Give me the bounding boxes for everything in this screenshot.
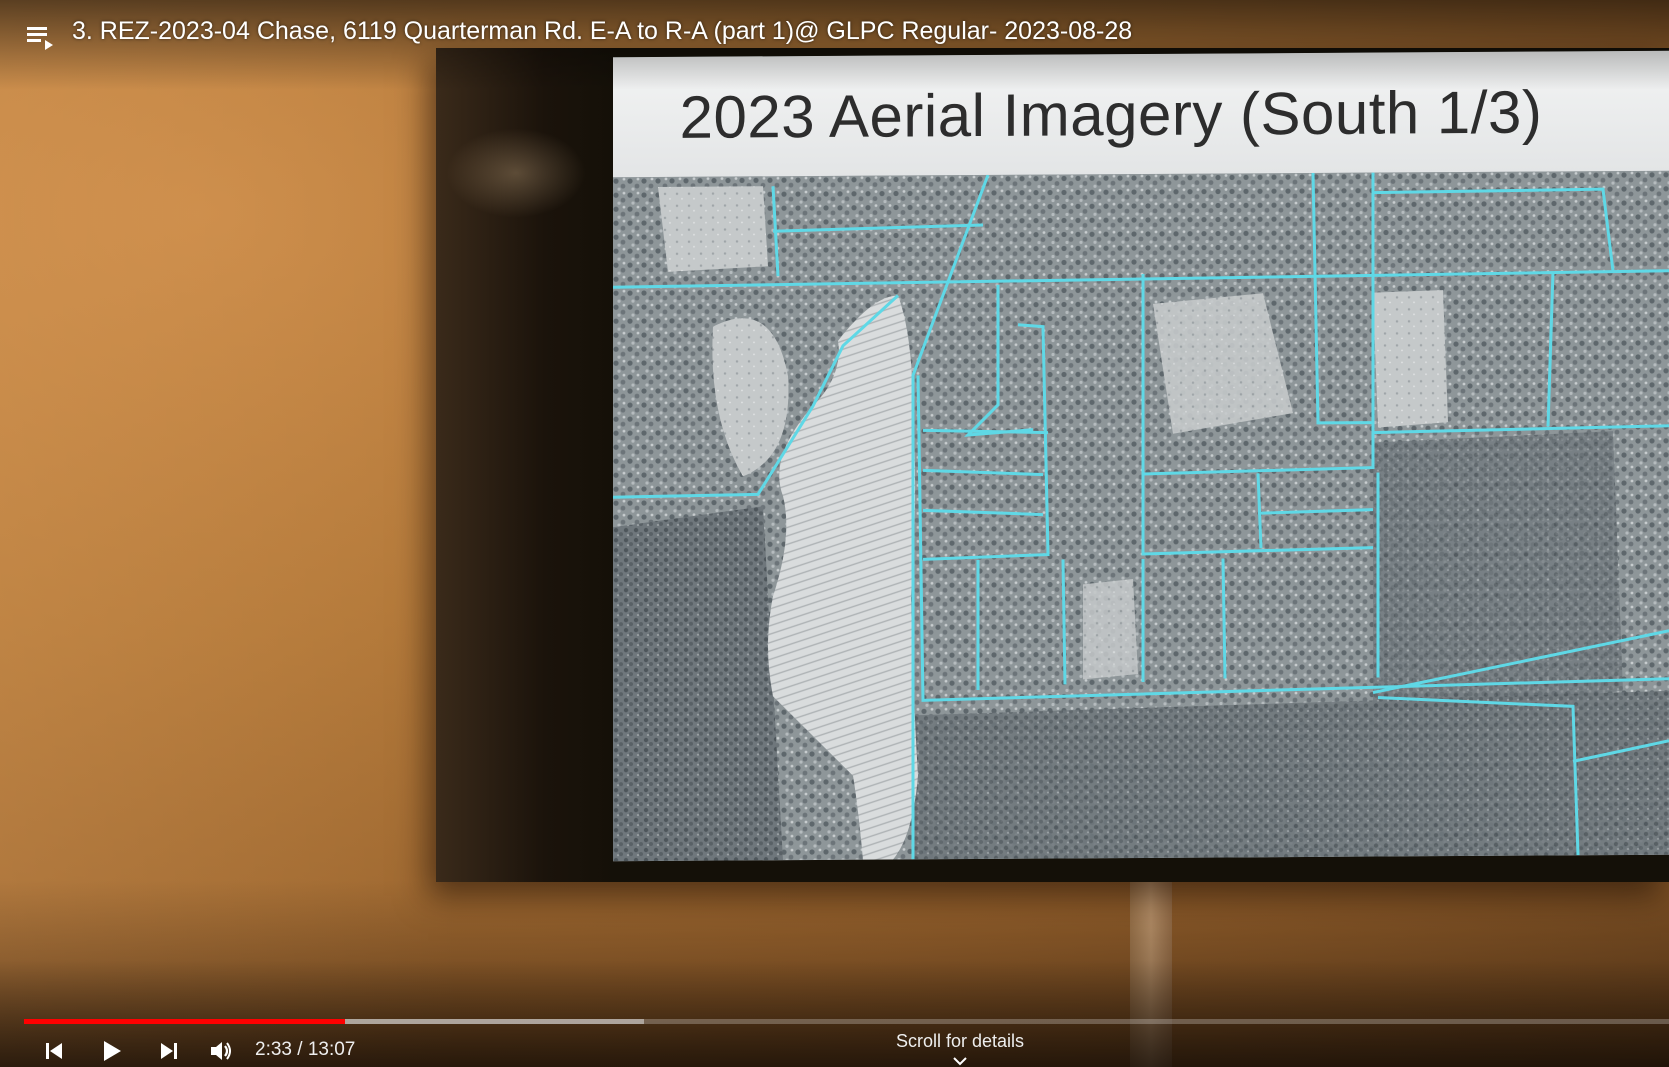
field-east bbox=[1373, 290, 1448, 428]
skip-next-icon bbox=[161, 1043, 177, 1059]
tv-bezel-glare bbox=[436, 48, 616, 882]
skip-previous-icon bbox=[46, 1043, 62, 1059]
previous-button[interactable] bbox=[36, 1036, 72, 1066]
dense-forest-east bbox=[1373, 431, 1623, 713]
field-northwest bbox=[658, 186, 768, 272]
play-button[interactable] bbox=[93, 1036, 129, 1066]
progress-bar[interactable] bbox=[24, 1019, 1669, 1024]
bottom-overlay-gradient bbox=[0, 960, 1669, 1067]
scroll-for-details[interactable]: Scroll for details bbox=[860, 1031, 1060, 1052]
playlist-icon bbox=[27, 27, 53, 50]
presentation-slide: 2023 Aerial Imagery (South 1/3) bbox=[613, 50, 1669, 862]
field-south bbox=[1083, 579, 1138, 680]
volume-button[interactable] bbox=[203, 1036, 239, 1066]
dense-forest-west bbox=[613, 506, 783, 862]
time-display: 2:33 / 13:07 bbox=[255, 1039, 356, 1060]
video-frame[interactable]: 2023 Aerial Imagery (South 1/3) bbox=[0, 0, 1669, 1067]
video-title[interactable]: 3. REZ-2023-04 Chase, 6119 Quarterman Rd… bbox=[72, 17, 1132, 46]
chevron-down-icon[interactable] bbox=[951, 1055, 969, 1067]
progress-played bbox=[24, 1019, 345, 1024]
volume-icon bbox=[211, 1042, 231, 1060]
playlist-button[interactable] bbox=[24, 20, 58, 54]
dense-forest-south bbox=[913, 690, 1669, 860]
next-button[interactable] bbox=[151, 1036, 187, 1066]
aerial-map bbox=[613, 170, 1669, 862]
play-icon bbox=[104, 1041, 121, 1061]
